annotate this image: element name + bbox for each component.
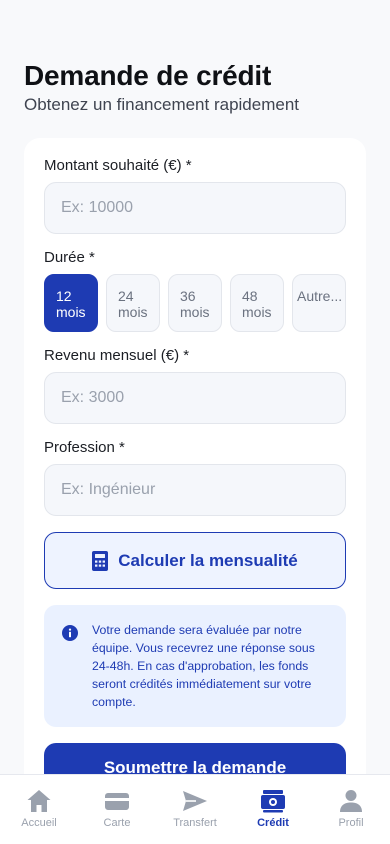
page-title: Demande de crédit xyxy=(24,60,272,91)
profession-label: Profession * xyxy=(44,439,125,456)
tab-transfer-label: Transfert xyxy=(173,817,217,829)
duration-option-12[interactable]: 12 mois xyxy=(44,274,98,332)
card-icon xyxy=(105,793,129,810)
page-header: Demande de crédit Obtenez un financement… xyxy=(24,58,366,116)
tab-card-label: Carte xyxy=(103,817,131,829)
tab-profile[interactable]: Profil xyxy=(312,775,390,844)
money-icon xyxy=(261,790,285,813)
info-icon xyxy=(62,625,78,641)
home-icon xyxy=(27,790,51,812)
tab-home[interactable]: Accueil xyxy=(0,775,78,844)
calculate-payment-button[interactable]: Calculer la mensualité xyxy=(44,532,346,589)
income-input[interactable] xyxy=(44,372,346,424)
calculator-icon xyxy=(92,550,109,571)
duration-option-36[interactable]: 36 mois xyxy=(168,274,222,332)
tab-profile-label: Profil xyxy=(338,817,364,829)
send-icon xyxy=(183,791,207,811)
duration-label: Durée * xyxy=(44,249,95,266)
tab-home-label: Accueil xyxy=(21,817,57,829)
amount-label: Montant souhaité (€) * xyxy=(44,157,192,174)
tab-card[interactable]: Carte xyxy=(78,775,156,844)
duration-option-other[interactable]: Autre... xyxy=(292,274,346,332)
bottom-tab-bar: Accueil Carte Transfert Crédit Profil xyxy=(0,774,390,844)
tab-transfer[interactable]: Transfert xyxy=(156,775,234,844)
profession-input[interactable] xyxy=(44,464,346,516)
page-subtitle: Obtenez un financement rapidement xyxy=(24,95,300,114)
tab-credit[interactable]: Crédit xyxy=(234,775,312,844)
user-icon xyxy=(340,790,362,812)
amount-input[interactable] xyxy=(44,182,346,234)
tab-credit-label: Crédit xyxy=(257,817,289,829)
info-notice: Votre demande sera évaluée par notre équ… xyxy=(44,605,346,727)
income-label: Revenu mensuel (€) * xyxy=(44,347,190,364)
credit-form-card: Montant souhaité (€) * Durée * 12 mois 2… xyxy=(24,138,366,798)
duration-option-24[interactable]: 24 mois xyxy=(106,274,160,332)
info-notice-text: Votre demande sera évaluée par notre équ… xyxy=(92,623,315,709)
duration-option-48[interactable]: 48 mois xyxy=(230,274,284,332)
duration-options: 12 mois 24 mois 36 mois 48 mois Autre... xyxy=(44,274,346,332)
credit-request-screen: Demande de crédit Obtenez un financement… xyxy=(0,0,390,844)
calculate-payment-label: Calculer la mensualité xyxy=(118,550,298,570)
